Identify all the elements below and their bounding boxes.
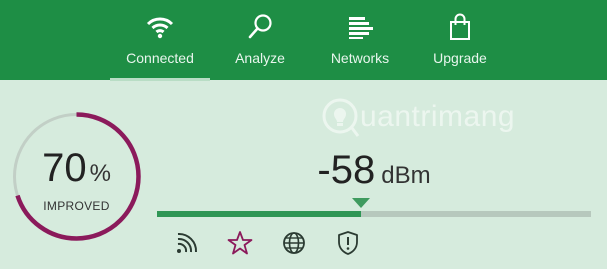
tab-connected[interactable]: Connected bbox=[110, 0, 210, 81]
wifi-icon bbox=[146, 17, 174, 39]
improvement-label: IMPROVED bbox=[43, 199, 110, 213]
tab-networks[interactable]: Networks bbox=[320, 0, 400, 80]
lightbulb-icon bbox=[322, 98, 360, 137]
active-tab-indicator bbox=[110, 78, 210, 81]
globe-icon[interactable] bbox=[281, 230, 307, 256]
networks-list-icon bbox=[349, 17, 373, 39]
signal-meter-fill bbox=[157, 211, 361, 217]
tab-networks-label: Networks bbox=[330, 50, 390, 66]
improvement-unit: % bbox=[89, 160, 111, 187]
magnifier-icon bbox=[248, 14, 272, 39]
tab-connected-label: Connected bbox=[126, 50, 194, 66]
signal-strength-icon[interactable] bbox=[174, 230, 200, 256]
tab-analyze-label: Analyze bbox=[235, 50, 285, 66]
improvement-percentage: 70% bbox=[10, 146, 143, 191]
top-navigation-bar: Connected Analyze Networks Upgrade bbox=[0, 0, 607, 81]
tab-upgrade[interactable]: Upgrade bbox=[420, 0, 500, 80]
tab-analyze[interactable]: Analyze bbox=[220, 0, 300, 80]
signal-meter bbox=[157, 198, 591, 217]
improvement-value: 70 bbox=[42, 146, 87, 190]
watermark-text: uantrimang bbox=[360, 100, 516, 133]
shield-alert-icon[interactable] bbox=[335, 230, 361, 256]
signal-unit: dBm bbox=[381, 162, 431, 189]
signal-meter-marker bbox=[351, 198, 370, 208]
shopping-bag-icon bbox=[450, 13, 470, 40]
star-icon[interactable] bbox=[227, 230, 253, 256]
signal-strength-readout: -58 dBm bbox=[157, 148, 591, 193]
tab-upgrade-label: Upgrade bbox=[433, 50, 487, 66]
watermark-logo: uantrimang bbox=[320, 96, 540, 140]
signal-value: -58 bbox=[317, 148, 376, 192]
